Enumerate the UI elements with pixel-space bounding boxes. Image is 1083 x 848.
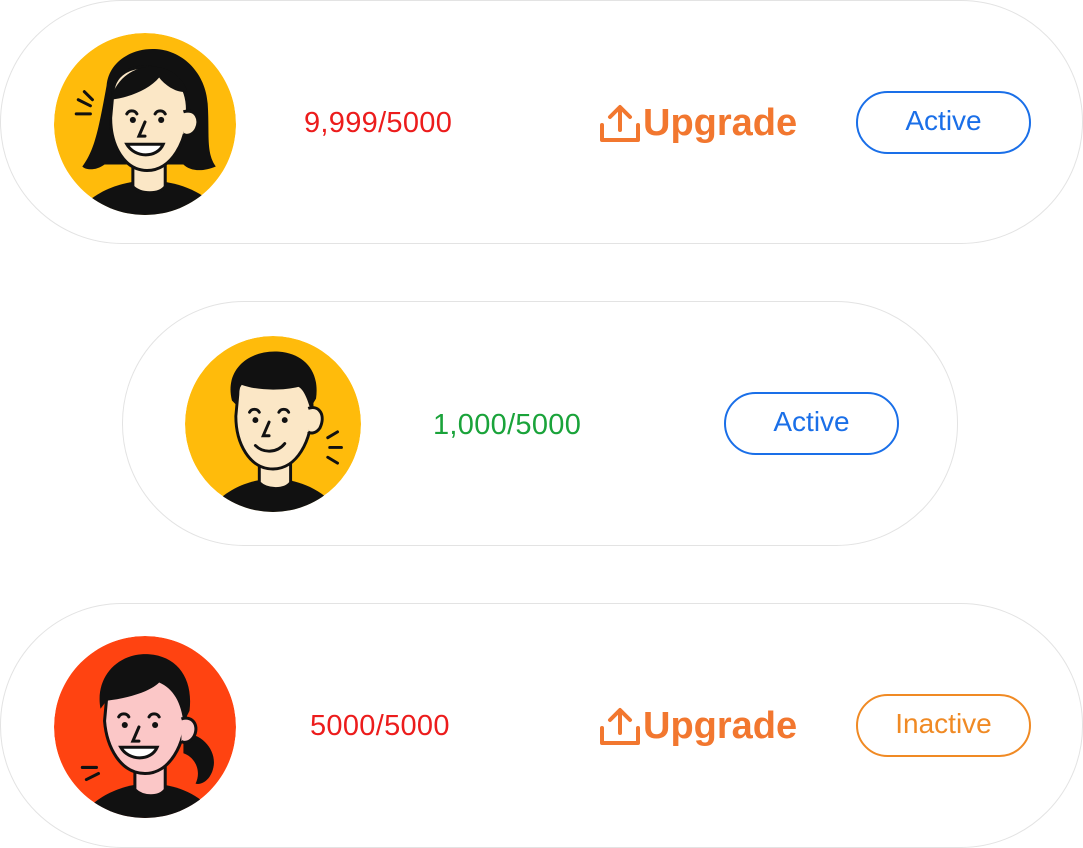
user-card: 1,000/5000 Active xyxy=(122,301,958,546)
man-avatar-icon xyxy=(185,336,361,512)
upgrade-button[interactable]: Upgrade xyxy=(599,103,797,143)
user-card: 5000/5000 Upgrade Inactive xyxy=(0,603,1083,848)
user-card: 9,999/5000 Upgrade Active xyxy=(0,0,1083,244)
status-inactive-button[interactable]: Inactive xyxy=(856,694,1031,757)
usage-count: 1,000/5000 xyxy=(433,409,582,441)
status-active-button[interactable]: Active xyxy=(724,392,899,455)
woman-ponytail-avatar-icon xyxy=(54,636,236,818)
upgrade-label: Upgrade xyxy=(643,705,798,747)
usage-count: 5000/5000 xyxy=(310,710,450,742)
upload-icon xyxy=(600,105,640,142)
upgrade-button[interactable]: Upgrade xyxy=(599,706,797,746)
woman-short-hair-avatar-icon xyxy=(54,33,236,215)
upgrade-label: Upgrade xyxy=(643,102,798,144)
usage-count: 9,999/5000 xyxy=(304,107,453,139)
upload-icon xyxy=(600,708,640,745)
status-active-button[interactable]: Active xyxy=(856,91,1031,154)
